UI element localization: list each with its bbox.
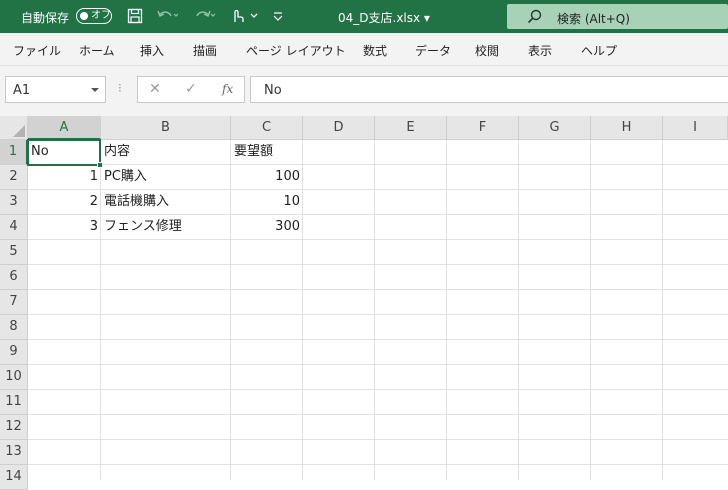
column-header-i[interactable]: I <box>663 116 728 140</box>
enter-icon[interactable]: ✓ <box>185 81 197 97</box>
spreadsheet-grid: A B C D E F G H I 1 2 3 4 5 6 7 8 9 10 1… <box>0 116 728 490</box>
undo-icon[interactable] <box>156 8 178 24</box>
cell-b3[interactable]: 電話機購入 <box>101 190 231 215</box>
cell-b2[interactable]: PC購入 <box>101 165 231 190</box>
search-box[interactable]: 検索 (Alt+Q) <box>507 4 728 29</box>
insert-function-icon[interactable]: fx <box>222 82 233 96</box>
formula-input[interactable]: No <box>250 76 728 103</box>
row-header-9[interactable]: 9 <box>0 340 28 365</box>
row-header-2[interactable]: 2 <box>0 165 28 190</box>
row-header-7[interactable]: 7 <box>0 290 28 315</box>
cancel-icon[interactable]: ✕ <box>149 81 161 97</box>
tab-draw[interactable]: 描画 <box>193 42 217 59</box>
cell-a2[interactable]: 1 <box>28 165 101 190</box>
save-icon[interactable] <box>127 8 143 24</box>
row-header-3[interactable]: 3 <box>0 190 28 215</box>
row-header-11[interactable]: 11 <box>0 390 28 415</box>
cell-a3[interactable]: 2 <box>28 190 101 215</box>
row-header-14[interactable]: 14 <box>0 465 28 490</box>
row-header-10[interactable]: 10 <box>0 365 28 390</box>
cell-c1[interactable]: 要望額 <box>231 140 303 165</box>
tab-review[interactable]: 校閲 <box>475 42 499 59</box>
search-placeholder: 検索 (Alt+Q) <box>557 12 630 26</box>
column-header-a[interactable]: A <box>28 116 101 140</box>
row-header-4[interactable]: 4 <box>0 215 28 240</box>
active-cell-border <box>27 139 101 166</box>
cell-c4[interactable]: 300 <box>231 215 303 240</box>
redo-icon[interactable] <box>193 8 215 24</box>
touch-mode-icon[interactable] <box>230 8 258 24</box>
tab-view[interactable]: 表示 <box>528 42 552 59</box>
formula-buttons: ✕ ✓ fx <box>137 76 245 103</box>
row-header-12[interactable]: 12 <box>0 415 28 440</box>
toggle-knob <box>80 11 88 20</box>
gridline <box>518 140 519 480</box>
tab-formulas[interactable]: 数式 <box>363 42 387 59</box>
column-header-h[interactable]: H <box>591 116 663 140</box>
column-header-c[interactable]: C <box>231 116 303 140</box>
formula-value: No <box>264 83 282 98</box>
ribbon-tabs: ファイル ホーム 挿入 描画 ページ レイアウト 数式 データ 校閲 表示 ヘル… <box>0 33 728 66</box>
fill-handle[interactable] <box>97 162 103 168</box>
row-header-5[interactable]: 5 <box>0 240 28 265</box>
autosave-toggle[interactable]: オフ <box>76 8 112 24</box>
more-options-icon[interactable]: ⁝ <box>118 81 122 95</box>
autosave-state: オフ <box>91 10 111 21</box>
row-header-8[interactable]: 8 <box>0 315 28 340</box>
row-header-13[interactable]: 13 <box>0 440 28 465</box>
cell-a4[interactable]: 3 <box>28 215 101 240</box>
name-box[interactable]: A1 <box>5 76 106 103</box>
search-icon <box>527 9 542 28</box>
column-header-e[interactable]: E <box>375 116 447 140</box>
gridline <box>662 140 663 480</box>
title-bar: 自動保存 オフ 04_D支店.xlsx ▾ 検索 (Alt+Q) <box>0 0 728 33</box>
tab-data[interactable]: データ <box>415 42 451 59</box>
gridline <box>446 140 447 480</box>
cell-c2[interactable]: 100 <box>231 165 303 190</box>
select-all-icon <box>13 125 25 137</box>
row-header-6[interactable]: 6 <box>0 265 28 290</box>
customize-qat-icon[interactable] <box>272 8 284 24</box>
file-name[interactable]: 04_D支店.xlsx ▾ <box>338 9 430 26</box>
tab-file[interactable]: ファイル <box>13 42 61 59</box>
row-header-1[interactable]: 1 <box>0 140 28 165</box>
cell-c3[interactable]: 10 <box>231 190 303 215</box>
tab-page-layout[interactable]: ページ レイアウト <box>246 42 346 59</box>
chevron-down-icon[interactable] <box>91 88 99 92</box>
gridline <box>590 140 591 480</box>
column-header-f[interactable]: F <box>447 116 519 140</box>
column-header-b[interactable]: B <box>101 116 231 140</box>
tab-help[interactable]: ヘルプ <box>581 42 617 59</box>
formula-bar: A1 ⁝ ✕ ✓ fx No <box>0 66 728 116</box>
select-all-button[interactable] <box>0 116 28 140</box>
tab-insert[interactable]: 挿入 <box>140 42 164 59</box>
autosave-label: 自動保存 <box>21 11 70 25</box>
column-header-g[interactable]: G <box>519 116 591 140</box>
gridline <box>374 140 375 480</box>
column-header-d[interactable]: D <box>303 116 375 140</box>
cell-b4[interactable]: フェンス修理 <box>101 215 231 240</box>
name-box-value: A1 <box>13 83 31 98</box>
tab-home[interactable]: ホーム <box>79 42 115 59</box>
cell-b1[interactable]: 内容 <box>101 140 231 165</box>
